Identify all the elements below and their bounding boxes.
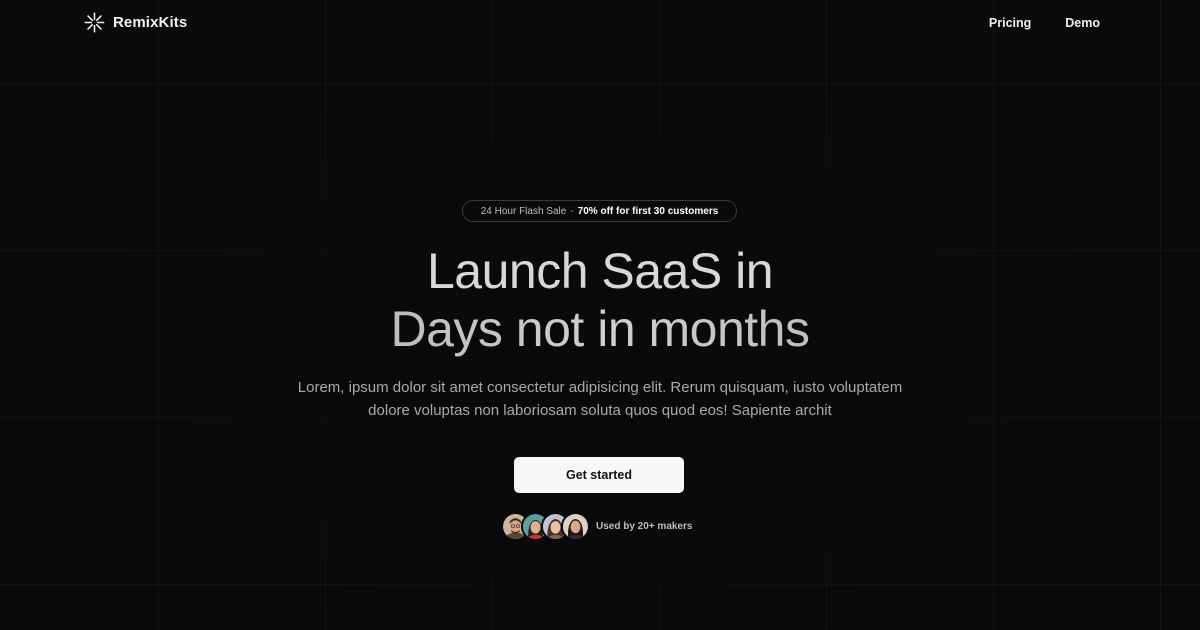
nav-link-pricing[interactable]: Pricing	[989, 16, 1031, 30]
social-proof-text: Used by 20+ makers	[596, 521, 693, 532]
landing-page: RemixKits Pricing Demo 24 Hour Flash Sal…	[0, 0, 1200, 630]
badge-highlight: 70% off for first 30 customers	[577, 205, 719, 217]
main-nav: Pricing Demo	[989, 16, 1100, 30]
badge-prefix: 24 Hour Flash Sale	[480, 205, 567, 217]
social-proof: Used by 20+ makers	[501, 512, 692, 541]
site-header: RemixKits Pricing Demo	[0, 0, 1200, 46]
avatar	[561, 512, 590, 541]
headline-line-1: Launch SaaS in	[426, 243, 774, 299]
brand-logo-link[interactable]: RemixKits	[84, 12, 187, 33]
hero-subtitle: Lorem, ipsum dolor sit amet consectetur …	[297, 379, 903, 419]
badge-separator: -	[570, 205, 574, 217]
maker-avatars	[501, 512, 590, 541]
flash-sale-badge[interactable]: 24 Hour Flash Sale - 70% off for first 3…	[462, 200, 737, 222]
asterisk-burst-icon	[84, 12, 105, 33]
nav-link-demo[interactable]: Demo	[1065, 16, 1100, 30]
get-started-button[interactable]: Get started	[514, 457, 684, 493]
headline-line-2: Days not in months	[0, 300, 1200, 358]
hero-headline: Launch SaaS in Days not in months	[0, 242, 1200, 358]
brand-name: RemixKits	[113, 14, 188, 31]
